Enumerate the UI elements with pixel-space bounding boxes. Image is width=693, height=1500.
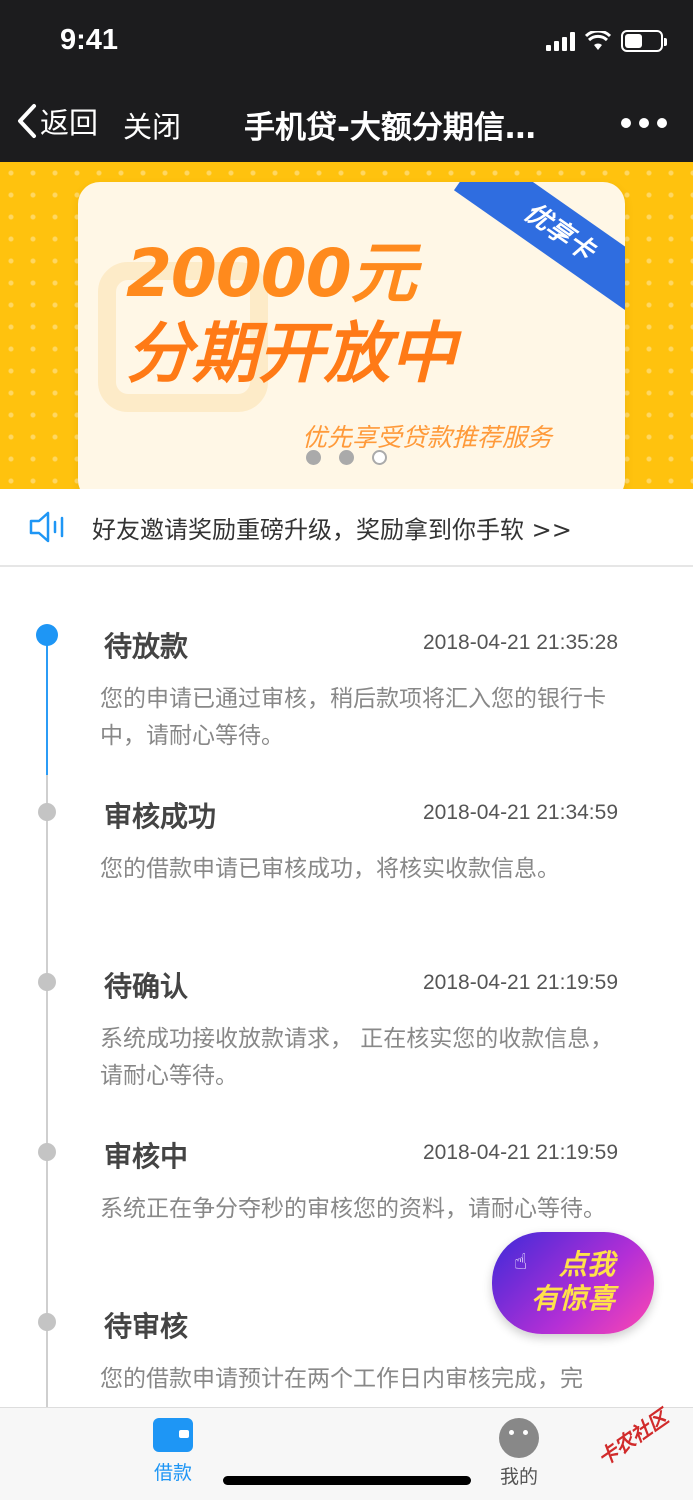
status-time: 2018-04-21 21:19:59 bbox=[423, 971, 618, 994]
promo-banner[interactable]: 优享卡 20000元 分期开放中 优先享受贷款推荐服务 bbox=[0, 162, 693, 489]
status-description: 您的借款申请已审核成功，将核实收款信息。 bbox=[100, 856, 560, 882]
signal-icon bbox=[546, 31, 575, 51]
speaker-icon bbox=[29, 511, 64, 543]
status-time: 9:41 bbox=[60, 24, 119, 56]
page-title: 手机贷-大额分期信… bbox=[244, 110, 536, 146]
notice-bar[interactable]: 好友邀请奖励重磅升级，奖励拿到你手软 >> bbox=[0, 489, 693, 567]
tab-loan-label: 借款 bbox=[153, 1462, 192, 1484]
top-bar: 9:41 返回 关闭 手机贷-大额分期信… bbox=[0, 0, 693, 162]
banner-ribbon: 优享卡 bbox=[453, 182, 625, 317]
home-indicator[interactable] bbox=[223, 1476, 471, 1485]
tab-mine-label: 我的 bbox=[499, 1466, 538, 1488]
banner-headline: 分期开放中 bbox=[126, 315, 456, 392]
status-title: 审核成功 bbox=[104, 800, 217, 833]
carousel-dot[interactable] bbox=[306, 450, 321, 465]
banner-subtitle: 优先享受贷款推荐服务 bbox=[302, 423, 553, 452]
carousel-dot[interactable] bbox=[339, 450, 354, 465]
status-dot bbox=[38, 1313, 56, 1331]
tap-hand-icon: ☝ bbox=[514, 1250, 528, 1275]
status-dot bbox=[38, 803, 56, 821]
status-title: 审核中 bbox=[104, 1140, 189, 1173]
status-icons bbox=[546, 30, 667, 52]
carousel-dot-active[interactable] bbox=[372, 450, 387, 465]
tab-loan[interactable]: 借款 bbox=[133, 1418, 213, 1485]
user-icon bbox=[499, 1418, 539, 1458]
surprise-promo-button[interactable]: ☝ 点我 有惊喜 bbox=[492, 1232, 654, 1334]
banner-card[interactable]: 优享卡 20000元 分期开放中 优先享受贷款推荐服务 bbox=[78, 182, 625, 489]
battery-icon bbox=[621, 30, 667, 52]
status-title: 待放款 bbox=[104, 630, 189, 663]
status-dot bbox=[38, 973, 56, 991]
close-button[interactable]: 关闭 bbox=[123, 104, 181, 146]
status-title: 待审核 bbox=[104, 1310, 189, 1343]
tab-bar: 借款 我的 bbox=[0, 1407, 693, 1500]
status-description: 您的申请已通过审核，稍后款项将汇入您的银行卡中，请耐心等待。 bbox=[100, 686, 606, 749]
carousel-indicators[interactable] bbox=[306, 450, 387, 465]
status-description: 系统成功接收放款请求， 正在核实您的收款信息，请耐心等待。 bbox=[100, 1026, 614, 1089]
tab-mine[interactable]: 我的 bbox=[479, 1418, 559, 1489]
status-time: 2018-04-21 21:19:59 bbox=[423, 1141, 618, 1164]
back-button[interactable]: 返回 bbox=[16, 100, 98, 142]
status-description: 系统正在争分夺秒的审核您的资料，请耐心等待。 bbox=[100, 1196, 606, 1222]
promo-line2: 有惊喜 bbox=[530, 1282, 615, 1315]
status-time: 2018-04-21 21:34:59 bbox=[423, 801, 618, 824]
timeline-line-active bbox=[46, 635, 48, 775]
back-label: 返回 bbox=[40, 106, 99, 140]
status-dot bbox=[38, 1143, 56, 1161]
status-time: 2018-04-21 21:35:28 bbox=[423, 631, 618, 654]
chevron-left-icon bbox=[18, 104, 36, 138]
more-options-icon[interactable] bbox=[621, 118, 667, 128]
status-description: 您的借款申请预计在两个工作日内审核完成，完 bbox=[100, 1366, 583, 1392]
wallet-icon bbox=[153, 1418, 193, 1452]
wifi-icon bbox=[585, 31, 611, 50]
status-dot-active bbox=[36, 624, 58, 646]
notice-text: 好友邀请奖励重磅升级，奖励拿到你手软 >> bbox=[92, 515, 572, 544]
status-title: 待确认 bbox=[104, 970, 189, 1003]
